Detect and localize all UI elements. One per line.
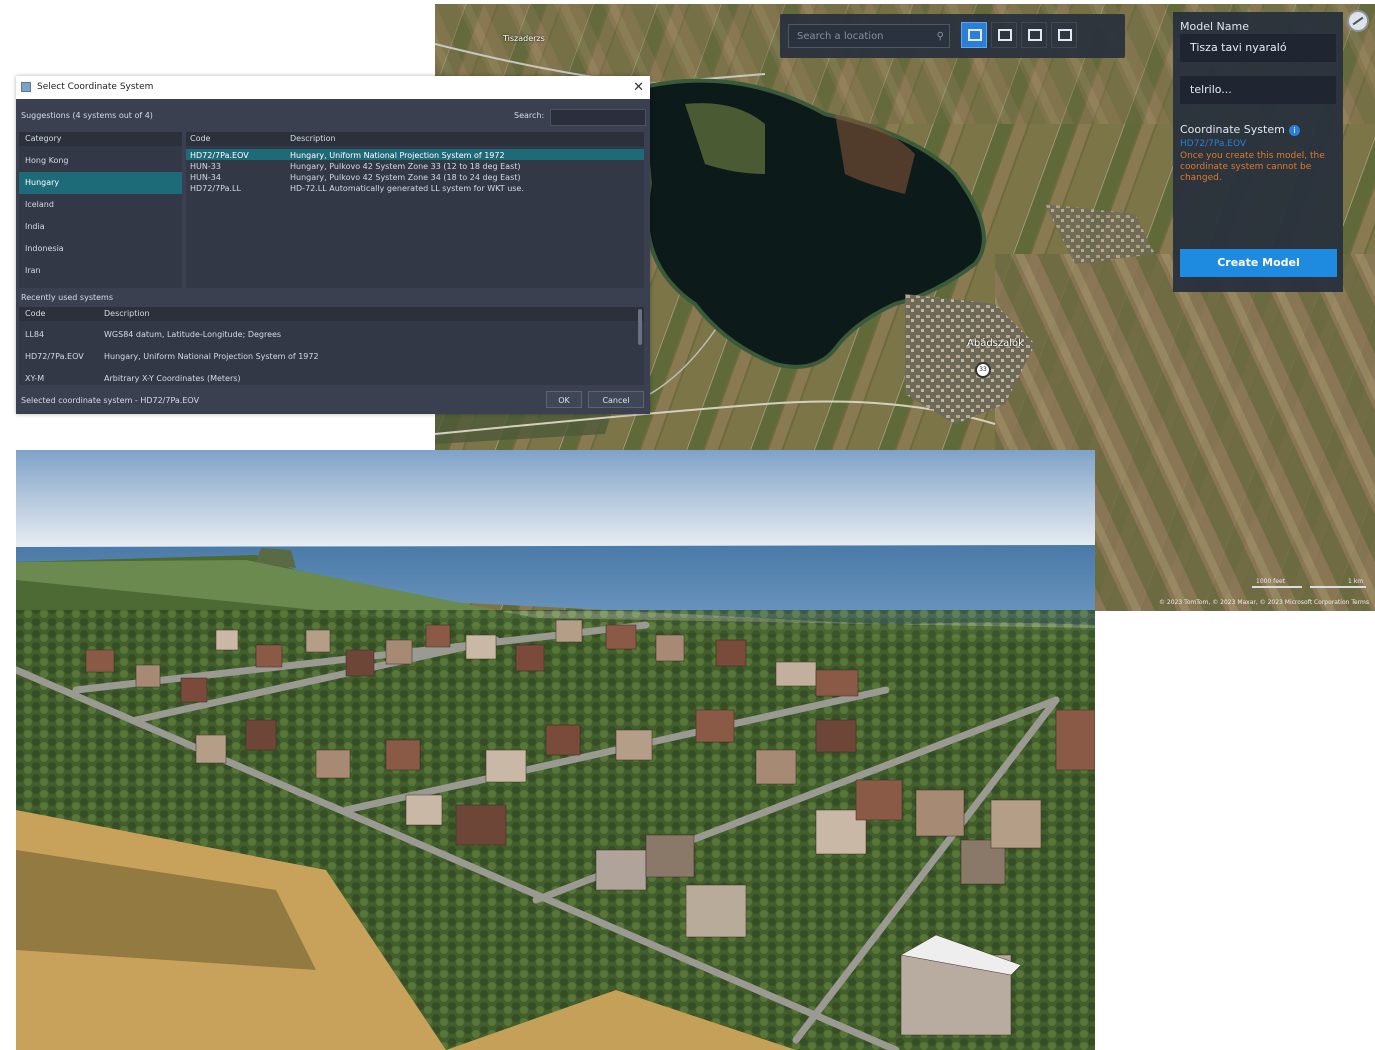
coordinate-system-value[interactable]: HD72/7Pa.EOV [1180,139,1246,149]
select-coordinate-system-dialog: Select Coordinate System ✕ Suggestions (… [16,76,650,414]
cancel-button[interactable]: Cancel [588,391,644,408]
city-3d-render [16,450,1095,1050]
table-row[interactable]: HUN-33 Hungary, Pulkovo 42 System Zone 33… [186,160,644,171]
table-row[interactable]: HD72/7Pa.LL HD-72.LL Automatically genera… [186,182,644,193]
quad-view-icon[interactable] [1051,22,1077,48]
road-number-badge: 33 [975,362,991,378]
create-model-panel: Model Name Tisza tavi nyaraló telrilo...… [1173,12,1343,292]
table-row[interactable]: XY-M Arbitrary X-Y Coordinates (Meters) [19,367,639,385]
category-item[interactable]: India [19,216,182,238]
table-row[interactable]: HD72/7Pa.EOV Hungary, Uniform National Pr… [19,345,639,367]
table-row[interactable]: LL84 WGS84 datum, Latitude-Longitude; Deg… [19,323,639,345]
table-row[interactable]: HD72/7Pa.EOV Hungary, Uniform National Pr… [186,149,644,160]
model-description-input[interactable]: telrilo... [1180,76,1336,104]
map-place-label: Tiszaderzs [503,34,545,43]
map-toolbar: Search a location ⚲ [780,14,1125,58]
category-item[interactable]: Iceland [19,194,182,216]
selected-system-status: Selected coordinate system - HD72/7Pa.EO… [21,396,200,405]
table-row[interactable]: HUN-34 Hungary, Pulkovo 42 System Zone 34… [186,171,644,182]
scale-left-label: 1000 feet [1256,578,1286,585]
coordinate-system-label: Coordinate System i [1180,123,1300,136]
coordinate-system-warning: Once you create this model, the coordina… [1180,151,1325,183]
close-icon[interactable]: ✕ [633,76,644,99]
search-icon[interactable]: ⚲ [937,25,944,49]
split-view-icon[interactable] [991,22,1017,48]
map-place-label: Abádszalók [967,338,1024,349]
table-header[interactable]: Code Description [186,132,644,146]
scale-right-label: 1 km [1348,578,1364,585]
search-label: Search: [514,111,545,120]
info-icon[interactable]: i [1288,124,1300,136]
category-item[interactable]: Indonesia [19,238,182,260]
location-search-input[interactable]: Search a location ⚲ [788,24,950,48]
dual-view-icon[interactable] [1021,22,1047,48]
dialog-title-bar: Select Coordinate System ✕ [16,76,650,99]
create-model-button[interactable]: Create Model [1180,249,1337,277]
scrollbar[interactable] [638,309,642,345]
dialog-title: Select Coordinate System [37,82,154,92]
city-render-image [16,450,1095,1050]
search-input[interactable] [550,109,646,126]
coordinate-system-table[interactable]: Code Description HD72/7Pa.EOV Hungary, Un… [186,132,644,288]
table-header[interactable]: Code Description [19,307,644,321]
scale-bar [1310,586,1366,588]
app-icon [21,82,31,92]
category-item[interactable]: Hong Kong [19,150,182,172]
ok-button[interactable]: OK [546,391,582,408]
model-name-label: Model Name [1180,20,1249,33]
category-header[interactable]: Category [19,132,182,146]
suggestions-label: Suggestions (4 systems out of 4) [21,111,153,120]
map-attribution[interactable]: © 2023 TomTom, © 2023 Maxar, © 2023 Micr… [1159,599,1369,606]
category-item[interactable]: Iran [19,260,182,282]
search-placeholder: Search a location [797,31,884,42]
model-name-input[interactable]: Tisza tavi nyaraló [1180,34,1336,62]
scale-bar [1252,586,1302,588]
category-list[interactable]: Category Hong Kong Hungary Iceland India… [19,132,182,288]
recent-systems-table[interactable]: Code Description LL84 WGS84 datum, Latitu… [19,307,644,385]
single-view-icon[interactable] [961,22,987,48]
globe-icon[interactable] [1347,10,1369,32]
recent-systems-label: Recently used systems [21,293,114,302]
category-item[interactable]: Hungary [19,172,182,194]
